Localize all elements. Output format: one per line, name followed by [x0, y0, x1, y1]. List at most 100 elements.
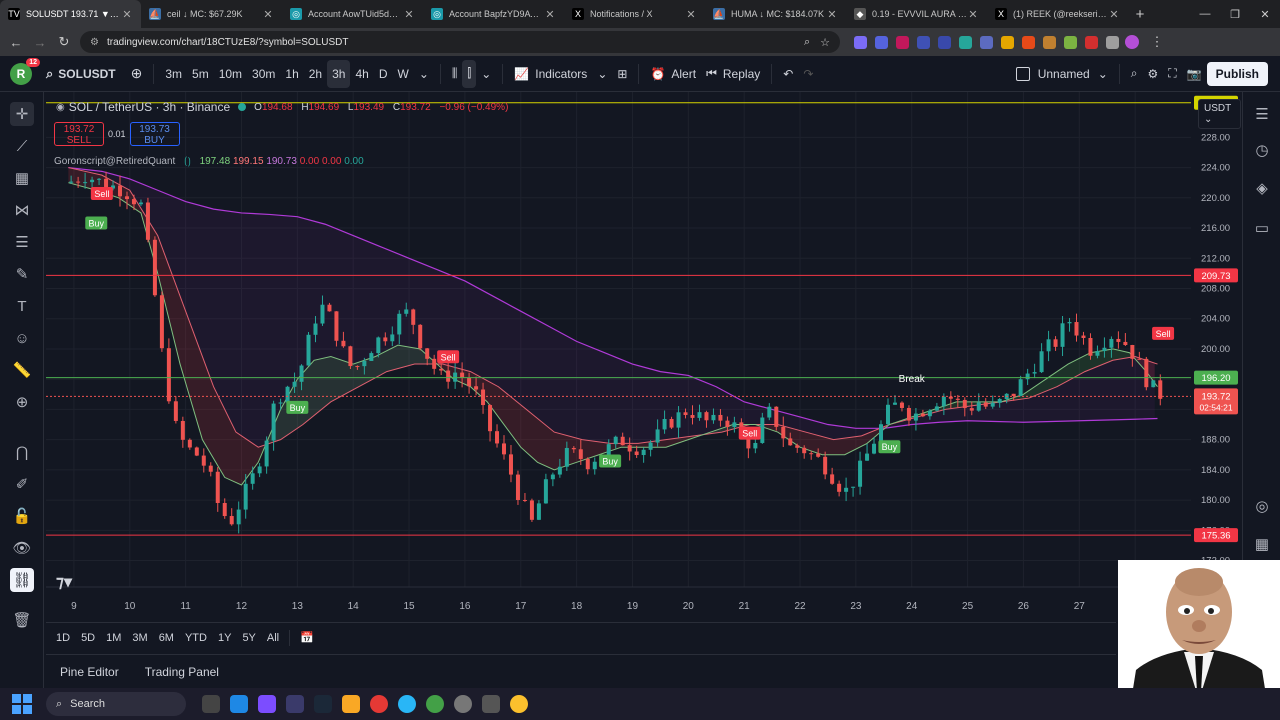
undo-button[interactable]: ↶ [778, 60, 798, 88]
extension-icon[interactable] [854, 35, 867, 49]
replay-button[interactable]: ⏮ Replay [701, 60, 765, 88]
profile-avatar[interactable] [1125, 35, 1139, 49]
extension-icon[interactable] [938, 35, 951, 49]
chat-app-icon[interactable] [398, 695, 416, 713]
chart-type-button[interactable]: ⫿ [462, 59, 477, 88]
quick-search-button[interactable]: ⌕ [1126, 60, 1143, 88]
app-icon[interactable] [482, 695, 500, 713]
extension-icon[interactable] [1022, 35, 1035, 49]
goto-date-icon[interactable]: 📅 [300, 631, 314, 644]
interval-D[interactable]: D [374, 60, 393, 88]
range-1m[interactable]: 1M [106, 632, 121, 644]
interval-5m[interactable]: 5m [187, 60, 214, 88]
forecast-icon[interactable]: ☰ [10, 230, 34, 254]
browser-menu-icon[interactable]: ⋮ [1145, 30, 1169, 54]
interval-10m[interactable]: 10m [214, 60, 247, 88]
layouts-button[interactable]: ⊞ [612, 60, 632, 88]
lock-icon[interactable]: 🔓 [10, 504, 34, 528]
snapshot-button[interactable]: 📷 [1182, 60, 1207, 88]
extension-icon[interactable] [896, 35, 909, 49]
tab-close-icon[interactable]: ✕ [544, 8, 556, 21]
chat-icon[interactable]: ▭ [1250, 216, 1274, 240]
interval-1h[interactable]: 1h [280, 60, 303, 88]
tab-close-icon[interactable]: ✕ [967, 8, 979, 21]
alerts-clock-icon[interactable]: ◷ [1250, 138, 1274, 162]
indicators-button[interactable]: 📈 Indicators [509, 60, 592, 88]
browser-tab[interactable]: ◎ Account AowTUid5daQr9 ✕ [282, 0, 423, 28]
eye-icon[interactable]: 👁 [10, 536, 34, 560]
interval-3h[interactable]: 3h [327, 59, 351, 88]
tradingview-logo[interactable]: ⁊▾ [56, 572, 72, 592]
magnet-icon[interactable]: ⋂ [10, 440, 34, 464]
link-icon[interactable]: ⛓ [10, 568, 34, 592]
chart-pane[interactable]: 172.00176.00180.00184.00188.00192.00196.… [46, 92, 1241, 620]
fullscreen-button[interactable]: ⛶ [1163, 60, 1181, 88]
emoji-icon[interactable]: ☺ [10, 326, 34, 350]
range-3m[interactable]: 3M [132, 632, 147, 644]
forward-button[interactable]: → [28, 30, 52, 54]
task-view-icon[interactable] [202, 695, 220, 713]
zoom-in-icon[interactable]: ⊕ [10, 390, 34, 414]
extension-icon[interactable] [1085, 35, 1098, 49]
tab-close-icon[interactable]: ✕ [685, 8, 697, 21]
tab-close-icon[interactable]: ✕ [1108, 8, 1120, 21]
alert-button[interactable]: ⏰ Alert [645, 60, 701, 88]
symbol-search-button[interactable]: ⌕ SOLUSDT [46, 66, 116, 82]
tab-close-icon[interactable]: ✕ [121, 8, 133, 21]
range-5d[interactable]: 5D [81, 632, 95, 644]
extension-icon[interactable] [980, 35, 993, 49]
browser-tab[interactable]: ⛵ HUMA ↓ MC: $184.07K ✕ [705, 0, 846, 28]
panel-tab-trading-panel[interactable]: Trading Panel [145, 665, 219, 679]
tab-close-icon[interactable]: ✕ [826, 8, 838, 21]
copilot-icon[interactable] [258, 695, 276, 713]
bar-style-button[interactable]: ⫼ [447, 60, 463, 88]
settings-button[interactable]: ⚙ [1143, 60, 1164, 88]
publish-button[interactable]: Publish [1206, 61, 1268, 86]
interval-30m[interactable]: 30m [247, 60, 280, 88]
site-info-icon[interactable]: ⚙ [90, 37, 99, 48]
range-5y[interactable]: 5Y [242, 632, 255, 644]
extension-icon[interactable] [1043, 35, 1056, 49]
steam-icon[interactable] [314, 695, 332, 713]
buy-button[interactable]: 193.73 BUY [129, 122, 180, 146]
range-1y[interactable]: 1Y [218, 632, 231, 644]
interval-W[interactable]: W [393, 60, 414, 88]
extension-icon[interactable] [875, 35, 888, 49]
taskbar-search[interactable]: ⌕ Search [46, 692, 186, 716]
extension-icon[interactable] [1064, 35, 1077, 49]
stay-in-drawing-icon[interactable]: ✐ [10, 472, 34, 496]
brush-icon[interactable]: ✎ [10, 262, 34, 286]
extension-icon[interactable] [1001, 35, 1014, 49]
range-all[interactable]: All [267, 632, 279, 644]
pattern-icon[interactable]: ⋈ [10, 198, 34, 222]
crosshair-icon[interactable]: ✛ [10, 102, 34, 126]
interval-dropdown[interactable]: ⌄ [414, 60, 434, 88]
indicator-params-icon[interactable]: ⟮⟯ [184, 156, 191, 167]
browser-tab[interactable]: ◆ 0.19 - EVVVIL AURA | Tere✕ [846, 0, 987, 28]
panel-tab-pine-editor[interactable]: Pine Editor [60, 665, 119, 679]
trash-icon[interactable]: 🗑 [10, 608, 34, 632]
chart-type-dropdown[interactable]: ⌄ [476, 60, 496, 88]
sell-button[interactable]: 193.72 SELL [54, 122, 104, 146]
github-icon[interactable] [454, 695, 472, 713]
series-visibility-icon[interactable]: ◉ [56, 102, 65, 113]
back-button[interactable]: ← [4, 30, 28, 54]
chrome-active-icon[interactable] [426, 695, 444, 713]
edge-browser-icon[interactable] [230, 695, 248, 713]
trend-line-icon[interactable]: ⟋ [10, 134, 34, 158]
bookmark-star-icon[interactable]: ☆ [820, 36, 830, 49]
ruler-icon[interactable]: 📏 [10, 358, 34, 382]
target-icon[interactable]: ◎ [1250, 494, 1274, 518]
redo-button[interactable]: ↷ [798, 60, 818, 88]
maximize-icon[interactable]: ❐ [1220, 0, 1250, 28]
tab-close-icon[interactable]: ✕ [262, 8, 274, 21]
browser-tab[interactable]: ◎ Account BapfzYD9AYLMK ✕ [423, 0, 564, 28]
minimize-icon[interactable]: — [1190, 0, 1220, 28]
close-window-icon[interactable]: ✕ [1250, 0, 1280, 28]
browser-tab[interactable]: X (1) REEK (@reekseries) / X✕ [987, 0, 1128, 28]
extension-icon[interactable] [1106, 35, 1119, 49]
watchlist-icon[interactable]: ☰ [1250, 102, 1274, 126]
extension-icon[interactable] [959, 35, 972, 49]
extension-icon[interactable] [917, 35, 930, 49]
browser-tab[interactable]: TV SOLUSDT 193.71 ▼ -0.23%✕ [0, 0, 141, 28]
